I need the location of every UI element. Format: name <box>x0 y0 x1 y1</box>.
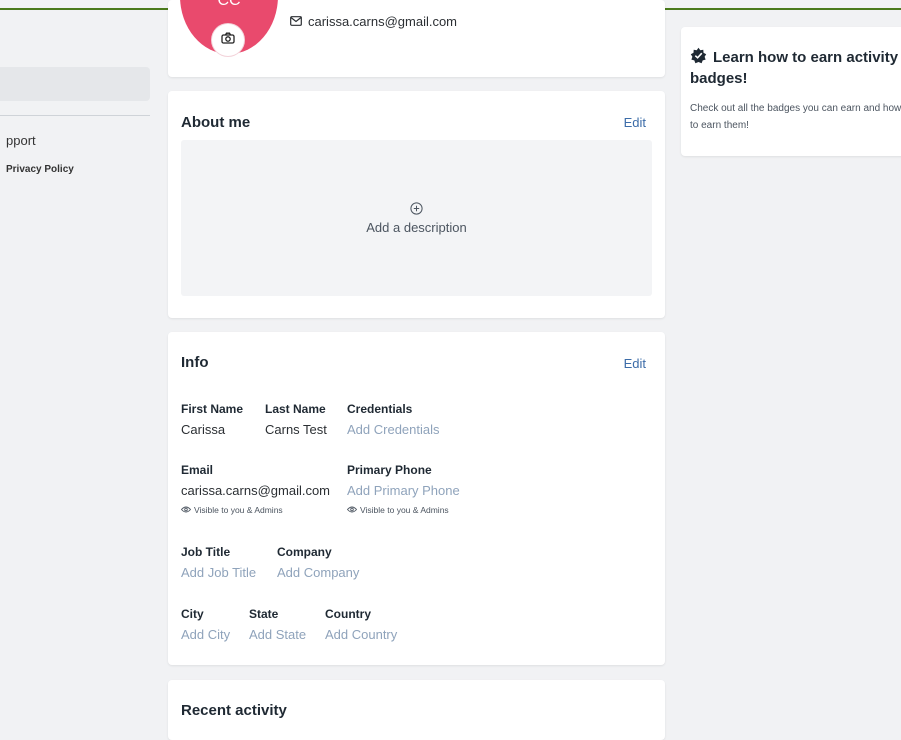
add-city-link[interactable]: Add City <box>181 627 230 642</box>
city-field: City Add City <box>181 607 230 642</box>
email-visibility-text: Visible to you & Admins <box>194 505 283 515</box>
profile-header-card: CC carissa.carns@gmail.com <box>168 0 665 77</box>
first-name-value: Carissa <box>181 422 226 437</box>
add-primary-phone-link[interactable]: Add Primary Phone <box>347 483 460 498</box>
email-visibility-note: Visible to you & Admins <box>180 505 330 515</box>
eye-icon <box>180 505 192 515</box>
plus-circle-icon <box>410 201 423 218</box>
country-label: Country <box>325 607 371 621</box>
about-me-card: About me Edit Add a description <box>168 91 665 318</box>
country-field: Country Add Country <box>325 607 397 642</box>
about-edit-link[interactable]: Edit <box>624 115 646 130</box>
badge-icon <box>690 47 707 69</box>
primary-phone-field: Primary Phone Add Primary Phone Visible … <box>346 463 460 515</box>
camera-icon <box>221 31 235 49</box>
phone-visibility-note: Visible to you & Admins <box>346 505 460 515</box>
email-field: Email carissa.carns@gmail.com Visible to… <box>180 463 331 515</box>
city-label: City <box>181 607 204 621</box>
company-label: Company <box>277 545 332 559</box>
add-credentials-link[interactable]: Add Credentials <box>347 422 440 437</box>
change-photo-button[interactable] <box>212 24 244 56</box>
sidebar-search-box[interactable] <box>0 67 150 101</box>
sidebar-link-privacy-policy[interactable]: Privacy Policy <box>6 164 74 175</box>
info-card: Info Edit First Name Carissa Last Name C… <box>168 332 665 665</box>
add-state-link[interactable]: Add State <box>249 627 306 642</box>
about-me-title: About me <box>181 114 251 131</box>
last-name-label: Last Name <box>265 402 326 416</box>
add-country-link[interactable]: Add Country <box>325 627 397 642</box>
credentials-field: Credentials Add Credentials <box>347 402 440 437</box>
mail-icon <box>290 14 302 29</box>
state-label: State <box>249 607 279 621</box>
credentials-label: Credentials <box>347 402 413 416</box>
first-name-field: First Name Carissa <box>181 402 243 437</box>
sidebar: pport Privacy Policy <box>0 12 160 726</box>
recent-activity-card: Recent activity <box>168 680 665 740</box>
info-title: Info <box>181 354 209 371</box>
state-field: State Add State <box>249 607 306 642</box>
add-job-title-link[interactable]: Add Job Title <box>181 565 256 580</box>
eye-icon <box>346 505 358 515</box>
profile-email: carissa.carns@gmail.com <box>290 14 457 29</box>
add-description-label: Add a description <box>366 219 467 235</box>
job-title-field: Job Title Add Job Title <box>181 545 256 580</box>
sidebar-link-support[interactable]: pport <box>6 133 36 148</box>
recent-activity-title: Recent activity <box>181 702 287 719</box>
badges-title: Learn how to earn activity badges! <box>690 47 901 88</box>
add-company-link[interactable]: Add Company <box>277 565 359 580</box>
last-name-field: Last Name Carns Test <box>265 402 327 437</box>
company-field: Company Add Company <box>277 545 359 580</box>
add-description-button[interactable]: Add a description <box>181 140 652 296</box>
first-name-label: First Name <box>181 402 244 416</box>
sidebar-divider <box>0 115 150 116</box>
email-label: Email <box>181 463 214 477</box>
primary-phone-label: Primary Phone <box>347 463 432 477</box>
badges-description: Check out all the badges you can earn an… <box>690 103 901 131</box>
job-title-label: Job Title <box>181 545 231 559</box>
badges-title-text: Learn how to earn activity badges! <box>690 49 899 87</box>
activity-badges-card[interactable]: Learn how to earn activity badges! Check… <box>681 27 901 156</box>
last-name-value: Carns Test <box>265 422 327 437</box>
info-edit-link[interactable]: Edit <box>624 356 646 371</box>
profile-email-text: carissa.carns@gmail.com <box>308 14 458 29</box>
email-value: carissa.carns@gmail.com <box>181 483 331 498</box>
phone-visibility-text: Visible to you & Admins <box>360 505 449 515</box>
avatar-initials: CC <box>217 0 241 9</box>
